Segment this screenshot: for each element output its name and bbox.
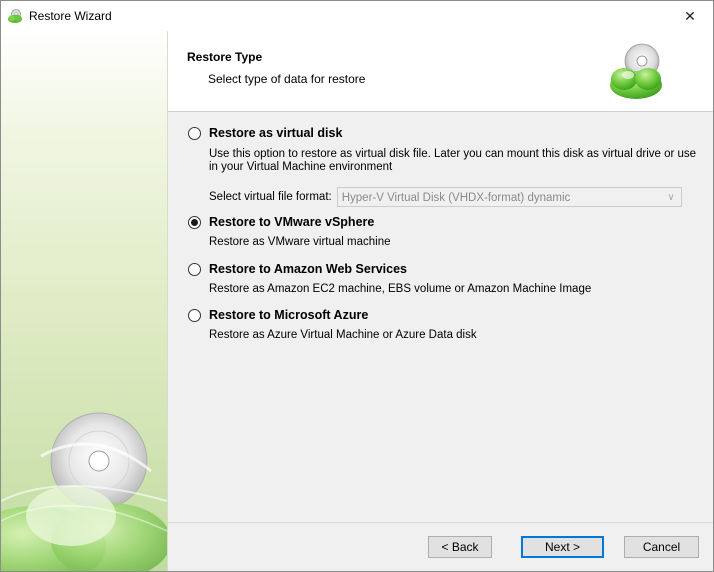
option-label: Restore to Amazon Web Services <box>209 262 407 276</box>
cloud-disc-icon <box>8 9 22 23</box>
wizard-content: Restore as virtual disk Use this option … <box>168 112 713 522</box>
cloud-disc-icon <box>1 412 167 571</box>
title-bar: Restore Wizard ✕ <box>1 1 713 31</box>
wizard-footer: < Back Next > Cancel <box>168 522 713 571</box>
option-label: Restore to Microsoft Azure <box>209 308 369 322</box>
option-virtual-disk[interactable]: Restore as virtual disk <box>188 126 342 140</box>
page-subtitle: Select type of data for restore <box>208 72 366 86</box>
radio-aws[interactable] <box>188 262 201 276</box>
option-description: Restore as Amazon EC2 machine, EBS volum… <box>209 283 592 295</box>
cancel-button[interactable]: Cancel <box>624 536 699 558</box>
back-button[interactable]: < Back <box>428 536 492 558</box>
radio-vmware[interactable] <box>188 215 201 229</box>
radio-azure[interactable] <box>188 308 201 322</box>
next-button[interactable]: Next > <box>521 536 604 558</box>
close-icon: ✕ <box>684 7 696 24</box>
restore-wizard-window: Restore Wizard ✕ Restore Type Select typ… <box>0 0 714 572</box>
format-selected-value: Hyper-V Virtual Disk (VHDX-format) dynam… <box>341 192 571 204</box>
chevron-down-icon: ∨ <box>667 192 675 203</box>
option-description: Restore as VMware virtual machine <box>209 236 391 248</box>
option-aws[interactable]: Restore to Amazon Web Services <box>188 262 407 276</box>
option-description: Restore as Azure Virtual Machine or Azur… <box>209 329 477 341</box>
radio-virtual-disk[interactable] <box>188 126 201 140</box>
window-title: Restore Wizard <box>29 9 112 23</box>
format-select[interactable]: Hyper-V Virtual Disk (VHDX-format) dynam… <box>336 187 682 207</box>
format-row: Select virtual file format: Hyper-V Virt… <box>209 187 682 207</box>
wizard-sidebar-banner <box>1 31 168 571</box>
close-button[interactable]: ✕ <box>667 1 713 31</box>
cloud-disc-icon <box>610 43 662 99</box>
wizard-header: Restore Type Select type of data for res… <box>168 31 713 112</box>
option-label: Restore to VMware vSphere <box>209 215 375 229</box>
option-description: Use this option to restore as virtual di… <box>209 148 697 173</box>
option-label: Restore as virtual disk <box>209 126 343 140</box>
page-title: Restore Type <box>187 50 263 64</box>
option-vmware[interactable]: Restore to VMware vSphere <box>188 215 374 229</box>
option-azure[interactable]: Restore to Microsoft Azure <box>188 308 368 322</box>
format-label: Select virtual file format: <box>209 191 332 203</box>
